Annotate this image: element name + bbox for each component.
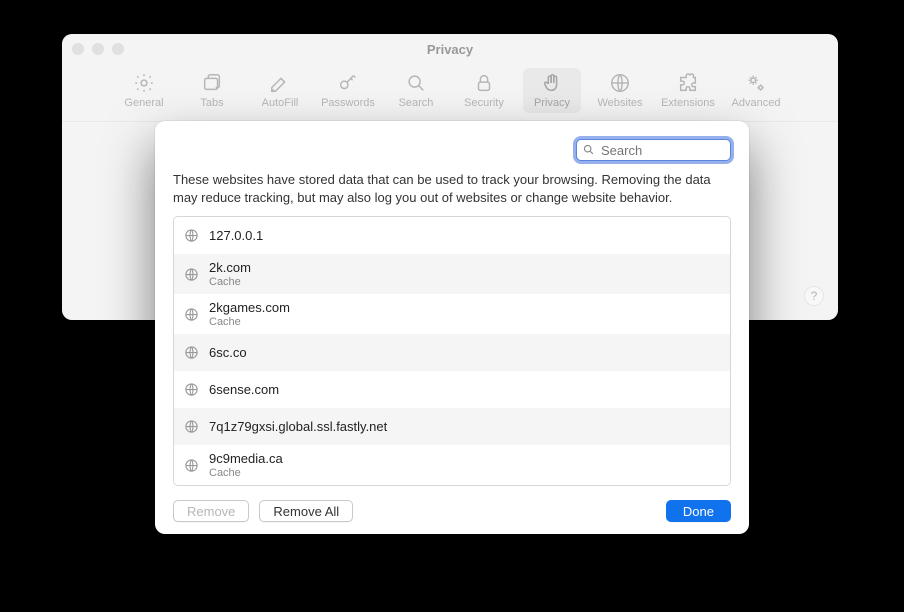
- help-button[interactable]: ?: [804, 286, 824, 306]
- search-input[interactable]: [576, 139, 731, 161]
- search-icon: [582, 143, 595, 156]
- website-detail: Cache: [209, 276, 251, 288]
- website-row[interactable]: 127.0.0.1: [174, 217, 730, 254]
- website-row[interactable]: 9c9media.ca Cache: [174, 445, 730, 485]
- globe-icon: [184, 267, 199, 282]
- website-row[interactable]: 2k.com Cache: [174, 254, 730, 294]
- gear-icon: [133, 72, 155, 94]
- globe-icon: [184, 307, 199, 322]
- tab-privacy[interactable]: Privacy: [523, 68, 581, 113]
- website-data-sheet: These websites have stored data that can…: [155, 121, 749, 534]
- website-domain: 127.0.0.1: [209, 228, 263, 243]
- tab-websites[interactable]: Websites: [591, 68, 649, 113]
- done-button[interactable]: Done: [666, 500, 731, 522]
- tab-extensions[interactable]: Extensions: [659, 68, 717, 113]
- gears-icon: [745, 72, 767, 94]
- remove-button[interactable]: Remove: [173, 500, 249, 522]
- window-title: Privacy: [427, 42, 473, 57]
- traffic-lights[interactable]: [72, 43, 124, 55]
- search-icon: [405, 72, 427, 94]
- globe-icon: [184, 458, 199, 473]
- autofill-icon: [269, 72, 291, 94]
- sheet-button-row: Remove Remove All Done: [173, 486, 731, 522]
- lock-icon: [473, 72, 495, 94]
- website-row[interactable]: 2kgames.com Cache: [174, 294, 730, 334]
- tab-general[interactable]: General: [115, 68, 173, 113]
- website-detail: Cache: [209, 316, 290, 328]
- tab-autofill[interactable]: AutoFill: [251, 68, 309, 113]
- website-row[interactable]: 6sense.com: [174, 371, 730, 408]
- tab-security[interactable]: Security: [455, 68, 513, 113]
- close-dot[interactable]: [72, 43, 84, 55]
- key-icon: [337, 72, 359, 94]
- website-domain: 2kgames.com: [209, 300, 290, 315]
- tab-tabs[interactable]: Tabs: [183, 68, 241, 113]
- minimize-dot[interactable]: [92, 43, 104, 55]
- website-domain: 9c9media.ca: [209, 451, 283, 466]
- titlebar: Privacy: [62, 34, 838, 64]
- globe-icon: [184, 382, 199, 397]
- website-detail: Cache: [209, 467, 283, 479]
- tab-passwords[interactable]: Passwords: [319, 68, 377, 113]
- globe-icon: [184, 345, 199, 360]
- preferences-toolbar: General Tabs AutoFill Passwords: [62, 64, 838, 122]
- puzzle-icon: [677, 72, 699, 94]
- website-data-list[interactable]: 127.0.0.1 2k.com Cache 2kgames.com Cache…: [173, 216, 731, 486]
- website-domain: 6sc.co: [209, 345, 247, 360]
- description-text: These websites have stored data that can…: [173, 171, 731, 206]
- globe-icon: [184, 228, 199, 243]
- zoom-dot[interactable]: [112, 43, 124, 55]
- remove-all-button[interactable]: Remove All: [259, 500, 353, 522]
- tab-advanced[interactable]: Advanced: [727, 68, 785, 113]
- tabs-icon: [201, 72, 223, 94]
- globe-icon: [609, 72, 631, 94]
- website-row[interactable]: 7q1z79gxsi.global.ssl.fastly.net: [174, 408, 730, 445]
- globe-icon: [184, 419, 199, 434]
- website-row[interactable]: 6sc.co: [174, 334, 730, 371]
- website-domain: 2k.com: [209, 260, 251, 275]
- tab-search[interactable]: Search: [387, 68, 445, 113]
- search-field[interactable]: [576, 139, 731, 161]
- website-domain: 6sense.com: [209, 382, 279, 397]
- website-domain: 7q1z79gxsi.global.ssl.fastly.net: [209, 419, 387, 434]
- hand-icon: [541, 72, 563, 94]
